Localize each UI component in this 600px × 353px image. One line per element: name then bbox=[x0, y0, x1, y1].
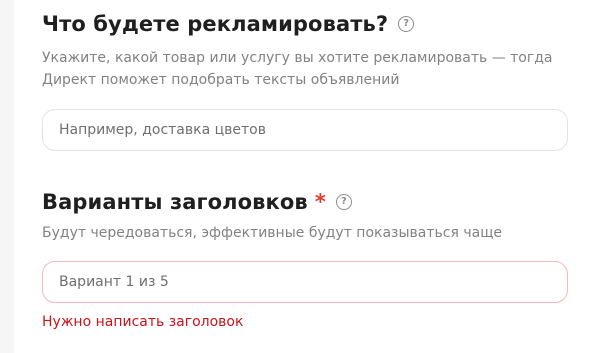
advert-section-description: Укажите, какой товар или услугу вы хотит… bbox=[42, 47, 582, 91]
advert-title-text: Что будете рекламировать? bbox=[42, 12, 389, 36]
headlines-section-title: Варианты заголовков * ? bbox=[42, 190, 352, 214]
advert-description-line-2: Директ поможет подобрать тексты объявлен… bbox=[42, 72, 400, 88]
question-circle-icon[interactable]: ? bbox=[398, 16, 415, 32]
headline-input[interactable] bbox=[42, 261, 568, 303]
headline-error-message: Нужно написать заголовок bbox=[42, 314, 244, 330]
advert-section-title: Что будете рекламировать? ? bbox=[42, 12, 415, 36]
question-circle-icon[interactable]: ? bbox=[335, 194, 352, 210]
advert-subject-input[interactable] bbox=[42, 109, 568, 151]
form-panel: Что будете рекламировать? ? Укажите, как… bbox=[14, 0, 600, 353]
required-star: * bbox=[314, 190, 326, 214]
advert-description-line-1: Укажите, какой товар или услугу вы хотит… bbox=[42, 50, 553, 66]
headlines-title-text: Варианты заголовков bbox=[42, 190, 308, 214]
headlines-section-description: Будут чередоваться, эффективные будут по… bbox=[42, 225, 503, 241]
